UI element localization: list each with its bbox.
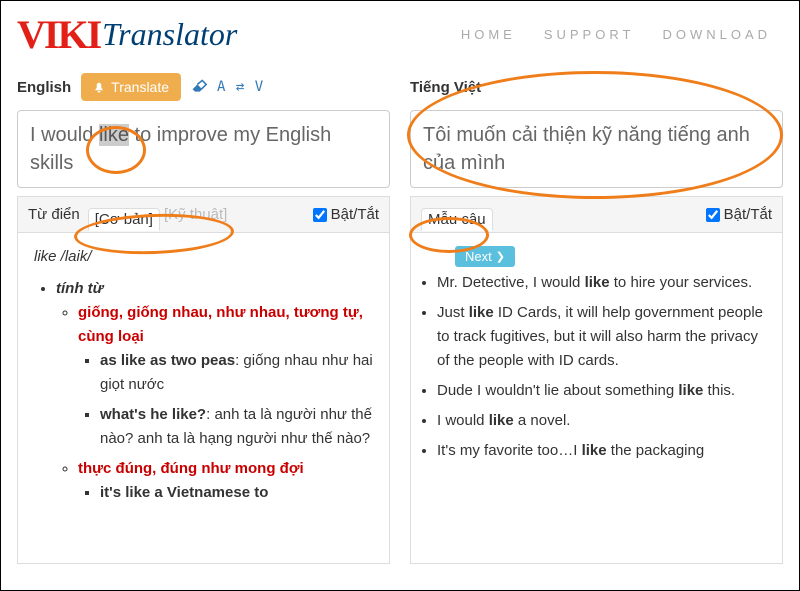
target-output[interactable]: Tôi muốn cải thiện kỹ năng tiếng anh của… xyxy=(410,110,783,188)
eraser-icon[interactable] xyxy=(191,79,207,96)
definition-2: thực đúng, đúng như mong đợi xyxy=(78,460,304,477)
tab-basic[interactable]: [Cơ bản] xyxy=(88,208,160,231)
sentence-item: Mr. Detective, I would like to hire your… xyxy=(437,271,766,295)
sentence-item: I would like a novel. xyxy=(437,409,766,433)
tab-tech[interactable]: [Kỹ thuật] xyxy=(164,206,227,223)
sentence-item: Just like ID Cards, it will help governm… xyxy=(437,301,766,373)
definition-1: giống, giống nhau, như nhau, tương tự, c… xyxy=(78,304,363,345)
source-input[interactable]: I would like to improve my English skill… xyxy=(17,110,390,188)
nav-download[interactable]: DOWNLOAD xyxy=(662,27,771,42)
sentence-item: It's my favorite too…I like the packagin… xyxy=(437,439,766,463)
sentences-content: Next ❯ Mr. Detective, I would like to hi… xyxy=(410,232,783,564)
source-lang-label: English xyxy=(17,79,71,96)
highlighted-word: like xyxy=(99,124,129,146)
bell-icon xyxy=(93,81,105,93)
translate-button[interactable]: Translate xyxy=(81,73,181,101)
tab-sentences[interactable]: Mẫu câu xyxy=(421,208,493,231)
sent-toggle[interactable]: Bật/Tắt xyxy=(706,206,772,223)
sent-tab-row: Mẫu câu Bật/Tắt xyxy=(410,196,783,232)
right-column: Tiếng Việt Tôi muốn cải thiện kỹ năng ti… xyxy=(410,62,783,564)
nav-home[interactable]: HOME xyxy=(461,27,516,42)
top-nav: VIKI Translator HOME SUPPORT DOWNLOAD xyxy=(1,1,799,62)
translate-button-label: Translate xyxy=(111,79,169,95)
headword: like /laik/ xyxy=(34,245,373,269)
dict-content: like /laik/ tính từ giống, giống nhau, n… xyxy=(17,232,390,564)
nav-support[interactable]: SUPPORT xyxy=(544,27,635,42)
logo-translator: Translator xyxy=(102,16,237,53)
dict-toggle-checkbox[interactable] xyxy=(313,208,327,222)
target-lang-label: Tiếng Việt xyxy=(410,79,481,96)
dict-toggle[interactable]: Bật/Tắt xyxy=(313,206,379,223)
logo-viki: VIKI xyxy=(17,11,100,58)
swap-lang-button[interactable]: A ⇄ V xyxy=(217,79,264,95)
sentence-item: Dude I wouldn't lie about something like… xyxy=(437,379,766,403)
dict-label: Từ điển xyxy=(28,206,80,223)
dict-tab-row: Từ điển [Cơ bản] [Kỹ thuật] Bật/Tắt xyxy=(17,196,390,232)
nav-links: HOME SUPPORT DOWNLOAD xyxy=(461,27,783,42)
sent-toggle-checkbox[interactable] xyxy=(706,208,720,222)
part-of-speech: tính từ xyxy=(56,280,103,297)
chevron-right-icon: ❯ xyxy=(496,250,505,263)
left-column: English Translate A ⇄ V I would like to … xyxy=(17,62,390,564)
next-button[interactable]: Next ❯ xyxy=(455,246,515,267)
